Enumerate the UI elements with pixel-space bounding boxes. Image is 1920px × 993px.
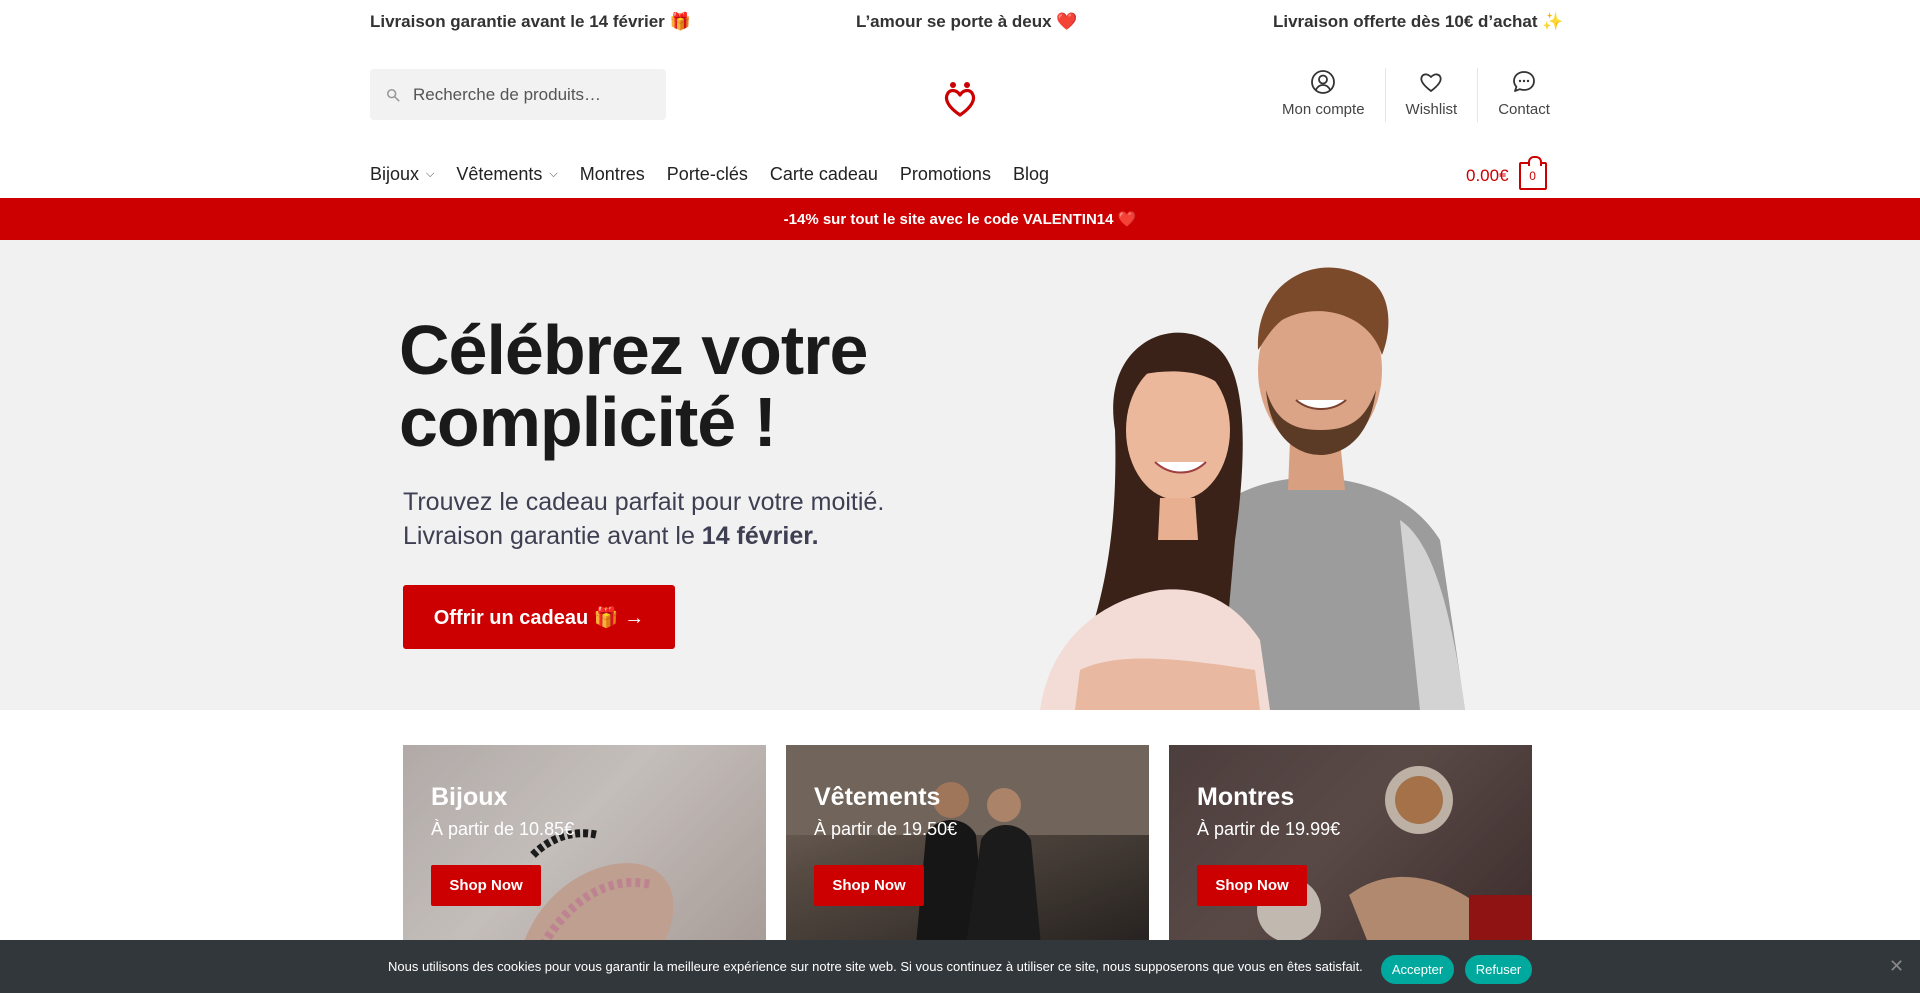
nav-item-label: Carte cadeau [769, 164, 878, 184]
main-navigation: Bijoux ⌵ Vêtements ⌵ Montres Porte-clés … [370, 164, 1071, 185]
shop-now-button[interactable]: Shop Now [431, 865, 541, 906]
nav-item-label: Bijoux [370, 164, 420, 184]
chevron-down-icon: ⌵ [549, 168, 558, 180]
tile-overlay [786, 745, 1149, 945]
my-account-link[interactable]: Mon compte [1262, 68, 1385, 122]
header-account-links: Mon compte Wishlist Contact [1262, 68, 1570, 122]
shop-now-button[interactable]: Shop Now [1197, 865, 1307, 906]
tile-overlay [1169, 745, 1532, 945]
user-icon [1311, 70, 1336, 94]
search-box[interactable] [370, 69, 666, 120]
accept-cookies-button[interactable]: Accepter [1381, 955, 1454, 984]
close-icon[interactable]: ✕ [1889, 956, 1904, 977]
nav-item-label: Porte-clés [666, 164, 748, 184]
nav-item-blog[interactable]: Blog [1013, 164, 1049, 185]
shipping-guarantee-message: Livraison garantie avant le 14 février 🎁 [370, 12, 691, 31]
category-tile-vetements[interactable]: Vêtements À partir de 19.50€ Shop Now [786, 745, 1149, 945]
refuse-cookies-button[interactable]: Refuser [1465, 955, 1532, 984]
category-tile-montres[interactable]: Montres À partir de 19.99€ Shop Now [1169, 745, 1532, 945]
nav-item-montres[interactable]: Montres [580, 164, 645, 185]
chat-icon [1513, 71, 1535, 92]
nav-item-label: Vêtements [456, 164, 543, 184]
heart-icon [1420, 73, 1442, 92]
tile-title: Montres [1197, 783, 1295, 811]
free-shipping-message: Livraison offerte dès 10€ d’achat ✨ [1273, 12, 1564, 31]
category-tile-bijoux[interactable]: Bijoux À partir de 10.85€ Shop Now [403, 745, 766, 945]
nav-item-porte-cles[interactable]: Porte-clés [667, 164, 748, 185]
hero-subtitle-line2-prefix: Livraison garantie avant le [403, 522, 702, 550]
nav-item-vetements[interactable]: Vêtements ⌵ [456, 164, 557, 185]
tile-title: Bijoux [431, 783, 508, 811]
search-input[interactable] [413, 84, 653, 105]
cookie-consent-bar: Nous utilisons des cookies pour vous gar… [0, 940, 1920, 993]
contact-label: Contact [1498, 101, 1550, 118]
announcement-bar: Livraison garantie avant le 14 février 🎁… [0, 0, 1920, 44]
my-account-label: Mon compte [1282, 101, 1365, 118]
hero-subtitle-date: 14 février. [701, 522, 819, 550]
search-icon [386, 88, 400, 101]
chevron-down-icon: ⌵ [426, 168, 435, 180]
hero-subtitle-line1: Trouvez le cadeau parfait pour votre moi… [403, 488, 885, 516]
couple-photo [1040, 267, 1465, 710]
tile-price: À partir de 10.85€ [431, 819, 575, 839]
nav-item-bijoux[interactable]: Bijoux ⌵ [370, 164, 434, 185]
cart-bag-icon: 0 [1518, 156, 1547, 190]
promo-banner: -14% sur tout le site avec le code VALEN… [0, 198, 1920, 240]
tagline-message: L’amour se porte à deux ❤️ [856, 12, 1078, 31]
hero-subtitle: Trouvez le cadeau parfait pour votre moi… [403, 485, 963, 553]
tile-title: Vêtements [814, 783, 941, 811]
hero-title: Célébrez votre complicité ! [399, 311, 868, 461]
contact-link[interactable]: Contact [1477, 68, 1570, 122]
tile-overlay [403, 745, 766, 945]
shop-now-button[interactable]: Shop Now [814, 865, 924, 906]
tile-price: À partir de 19.50€ [814, 819, 958, 839]
nav-item-label: Montres [579, 164, 645, 184]
nav-item-label: Blog [1012, 164, 1049, 184]
cart-count: 0 [1529, 169, 1536, 183]
offer-gift-button[interactable]: Offrir un cadeau 🎁 → [403, 585, 675, 649]
cookie-message: Nous utilisons des cookies pour vous gar… [388, 959, 1363, 974]
nav-item-carte-cadeau[interactable]: Carte cadeau [770, 164, 878, 185]
nav-item-promotions[interactable]: Promotions [900, 164, 991, 185]
cart-button[interactable]: 0.00€ 0 [1466, 156, 1547, 190]
logo-icon[interactable] [940, 79, 980, 119]
hero-section: Célébrez votre complicité ! Trouvez le c… [0, 240, 1920, 710]
nav-item-label: Promotions [899, 164, 991, 184]
wishlist-label: Wishlist [1405, 101, 1458, 118]
tile-price: À partir de 19.99€ [1197, 819, 1341, 839]
cart-total: 0.00€ [1466, 166, 1509, 185]
wishlist-link[interactable]: Wishlist [1384, 68, 1478, 122]
